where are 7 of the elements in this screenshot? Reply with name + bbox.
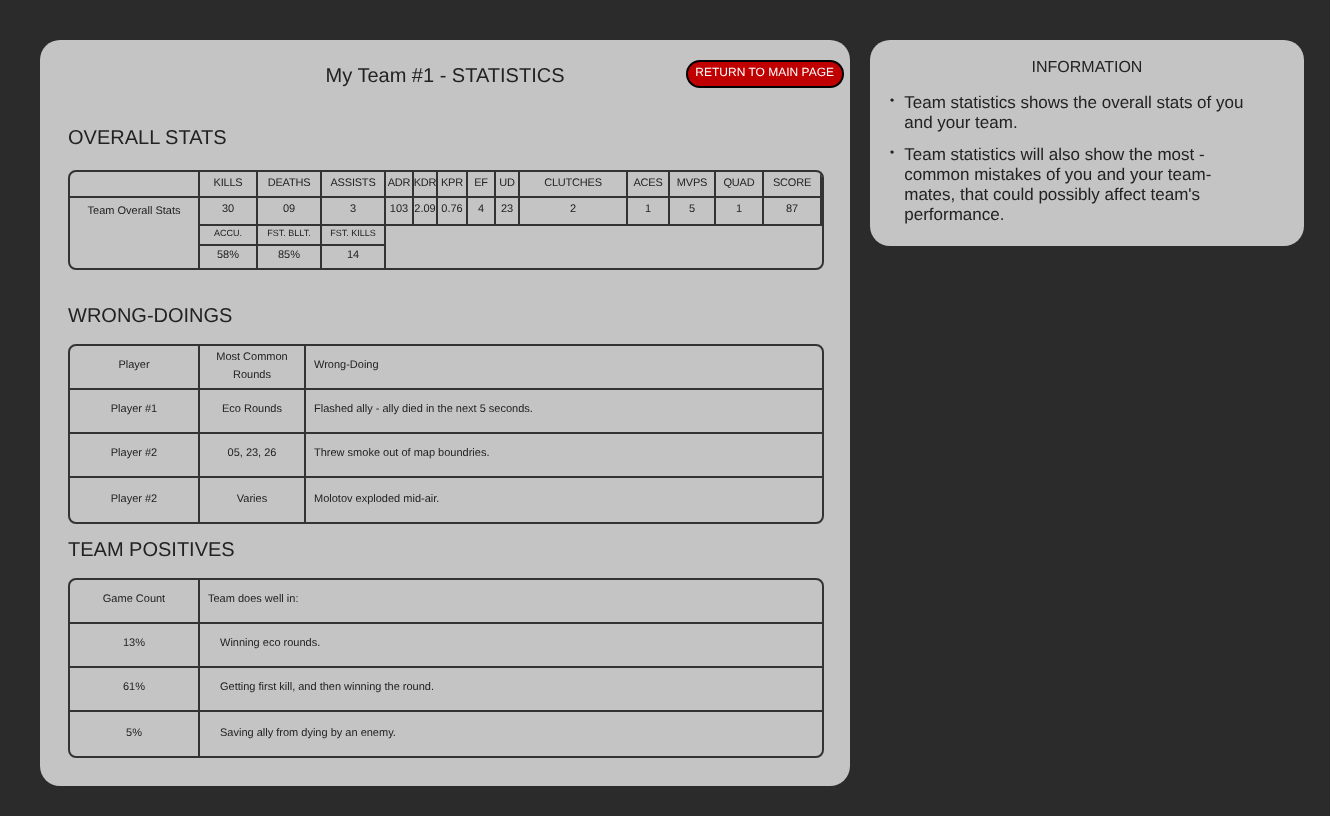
info-text: Team statistics will also show the most - common mistakes of you and your team-mates, that could possibly affect team's performance. bbox=[904, 144, 1214, 224]
page-title: My Team #1 - STATISTICS bbox=[325, 63, 565, 91]
info-text: Team statistics shows the overall stats of you and your team. bbox=[904, 92, 1246, 132]
section-heading: OVERALL STATS bbox=[68, 126, 229, 154]
panel-title: INFORMATION bbox=[1029, 56, 1145, 80]
section-heading: WRONG-DOINGS bbox=[68, 304, 235, 332]
section-heading: TEAM POSITIVES bbox=[68, 538, 237, 566]
